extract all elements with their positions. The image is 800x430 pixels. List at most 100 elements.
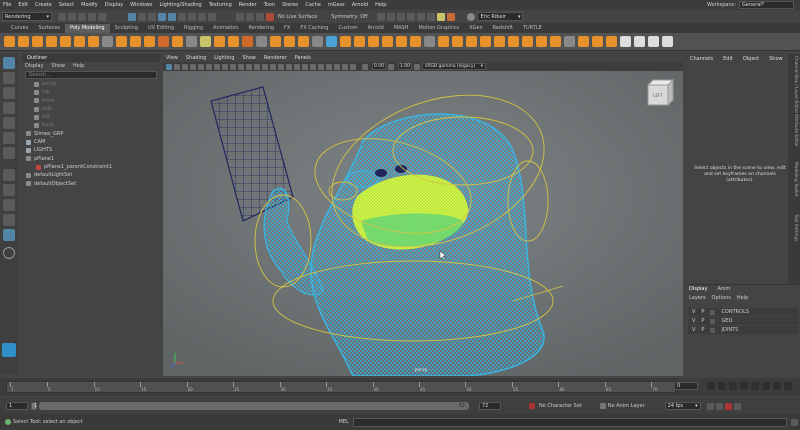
layer-color-swatch[interactable]: [710, 327, 716, 333]
menu-windows[interactable]: Windows: [130, 2, 152, 8]
tab-arnold[interactable]: Arnold: [363, 24, 389, 33]
shelf-tool-icon[interactable]: [368, 36, 379, 47]
rotate-tool-icon[interactable]: [3, 117, 15, 129]
shelf-tool-icon[interactable]: [522, 36, 533, 47]
fps-dropdown[interactable]: 24 fps ▾: [664, 402, 701, 410]
tab-fx[interactable]: FX: [279, 24, 295, 33]
history-icon[interactable]: [236, 12, 244, 21]
open-scene-icon[interactable]: [68, 12, 76, 21]
symmetry-label[interactable]: Symmetry: Off: [331, 14, 367, 20]
save-scene-icon[interactable]: [78, 12, 86, 21]
scene-start-field[interactable]: 1: [6, 402, 28, 410]
channel-menu-show[interactable]: Show: [769, 56, 783, 62]
shelf-tool-icon[interactable]: [32, 36, 43, 47]
shelf-tool-icon[interactable]: [564, 36, 575, 47]
menu-select[interactable]: Select: [59, 2, 74, 8]
menu-render[interactable]: Render: [239, 2, 257, 8]
play-backward-icon[interactable]: [740, 382, 748, 390]
shelf-tool-icon[interactable]: [242, 36, 253, 47]
redo-icon[interactable]: [98, 12, 106, 21]
shelf-tool-icon[interactable]: [648, 36, 659, 47]
sound-icon[interactable]: [715, 402, 723, 410]
channel-menu-edit[interactable]: Edit: [723, 56, 733, 62]
select-tool-icon[interactable]: [3, 57, 15, 69]
layer-playback-toggle[interactable]: P: [701, 318, 704, 324]
shelf-tool-icon[interactable]: [466, 36, 477, 47]
go-to-end-icon[interactable]: [784, 382, 792, 390]
layer-visibility-toggle[interactable]: V: [692, 318, 695, 324]
shelf-tool-icon[interactable]: [634, 36, 645, 47]
layer-row[interactable]: V P JOINTS: [688, 326, 798, 334]
film-gate-icon[interactable]: [206, 63, 212, 70]
shelf-tool-icon[interactable]: [228, 36, 239, 47]
list-item[interactable]: persp: [22, 80, 160, 88]
layer-visibility-toggle[interactable]: V: [692, 327, 695, 333]
undo-icon[interactable]: [88, 12, 96, 21]
shadows-icon[interactable]: [294, 63, 300, 70]
play-forward-icon[interactable]: [751, 382, 759, 390]
shelf-tool-icon[interactable]: [508, 36, 519, 47]
scale-tool-icon[interactable]: [3, 132, 15, 144]
redshift-icon[interactable]: [447, 12, 456, 21]
tab-motion-graphics[interactable]: Motion Graphics: [413, 24, 464, 33]
step-forward-key-icon[interactable]: [773, 382, 781, 390]
snap-grid-icon[interactable]: [158, 12, 166, 21]
layer-visibility-toggle[interactable]: V: [692, 309, 695, 315]
use-all-lights-icon[interactable]: [286, 63, 292, 70]
shelf-tool-icon[interactable]: [494, 36, 505, 47]
list-item[interactable]: pPlane1: [22, 155, 160, 163]
tab-mash[interactable]: MASH: [389, 24, 414, 33]
shelf-tool-icon[interactable]: [550, 36, 561, 47]
shelf-tool-icon[interactable]: [4, 36, 15, 47]
tab-surfaces[interactable]: Surfaces: [33, 24, 65, 33]
shelf-tool-icon[interactable]: [214, 36, 225, 47]
shelf-tool-icon[interactable]: [158, 36, 169, 47]
time-slider[interactable]: 1 5 10 15 20 25 30 35 40 45 50 55 60 65 70 0: [0, 378, 800, 396]
workspace-dropdown[interactable]: General*: [739, 1, 794, 9]
persp-outliner-view-icon[interactable]: [3, 199, 15, 211]
shelf-tool-icon[interactable]: [312, 36, 323, 47]
tab-redshift[interactable]: Redshift: [488, 24, 518, 33]
menu-texturing[interactable]: Texturing: [209, 2, 232, 8]
tab-poly-modeling[interactable]: Poly Modeling: [65, 24, 110, 33]
tab-xgen[interactable]: XGen: [464, 24, 488, 33]
safe-action-icon[interactable]: [238, 63, 244, 70]
color-management-icon[interactable]: [414, 63, 420, 70]
snap-curve-icon[interactable]: [168, 12, 176, 21]
character-set-label[interactable]: No Character Set: [539, 403, 582, 409]
camera-attributes-icon[interactable]: [174, 63, 180, 70]
paint-select-tool-icon[interactable]: [3, 87, 15, 99]
viewport-menu-lighting[interactable]: Lighting: [214, 55, 234, 61]
3d-viewport[interactable]: LEFT persp: [163, 71, 683, 376]
layer-color-swatch[interactable]: [710, 318, 716, 324]
safe-title-icon[interactable]: [246, 63, 252, 70]
xray-joints-icon[interactable]: [342, 63, 348, 70]
time-slider-track[interactable]: 1 5 10 15 20 25 30 35 40 45 50 55 60 65 70: [6, 381, 676, 393]
menu-help[interactable]: Help: [375, 2, 386, 8]
menu-create[interactable]: Create: [35, 2, 52, 8]
menu-mgear[interactable]: mGear: [328, 2, 345, 8]
layer-menu-options[interactable]: Options: [712, 295, 731, 301]
shelf-tool-icon[interactable]: [186, 36, 197, 47]
list-item[interactable]: LIGHTS: [22, 146, 160, 154]
view-cube[interactable]: LEFT: [646, 78, 675, 107]
move-tool-icon[interactable]: [3, 102, 15, 114]
color-space-dropdown[interactable]: sRGB gamma (legacy) ▾: [422, 63, 486, 70]
search-icon[interactable]: [3, 247, 15, 259]
xray-icon[interactable]: [334, 63, 340, 70]
tab-curves[interactable]: Curves: [6, 24, 33, 33]
snap-view-icon[interactable]: [208, 12, 216, 21]
side-tab-3[interactable]: Tool Settings: [793, 214, 798, 241]
shelf-tool-icon[interactable]: [620, 36, 631, 47]
exposure-field[interactable]: 0.00: [372, 63, 386, 70]
step-back-key-icon[interactable]: [718, 382, 726, 390]
side-tab-2[interactable]: Modeling Toolkit: [793, 162, 798, 197]
snap-plane-icon[interactable]: [198, 12, 206, 21]
render-settings-icon[interactable]: [397, 12, 406, 21]
bookmarks-icon[interactable]: [182, 63, 188, 70]
layer-row[interactable]: V P GEO: [688, 317, 798, 325]
tab-turtle[interactable]: TURTLE: [518, 24, 547, 33]
list-item[interactable]: defaultObjectSet: [22, 180, 160, 188]
wireframe-icon[interactable]: [254, 63, 260, 70]
shelf-tool-icon[interactable]: [662, 36, 673, 47]
